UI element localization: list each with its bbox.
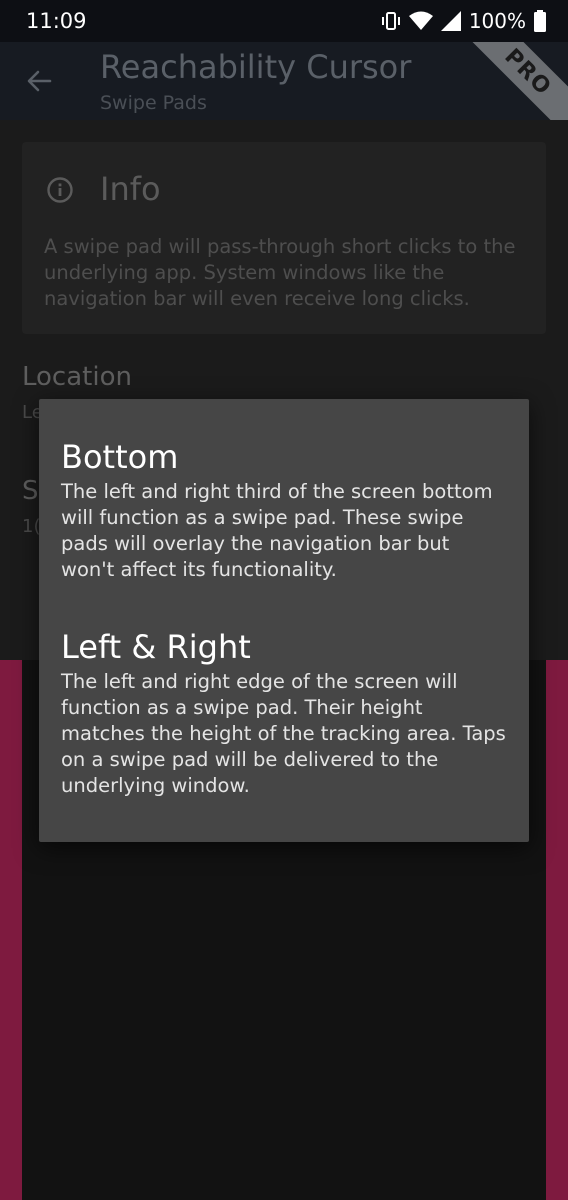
battery-icon	[534, 10, 546, 32]
status-icons: 100%	[381, 9, 546, 33]
info-card: Info A swipe pad will pass-through short…	[22, 142, 546, 334]
left-swipe-pad	[0, 660, 22, 1200]
location-info-dialog: Bottom The left and right third of the s…	[39, 399, 529, 842]
size-setting-value: 1(	[22, 516, 41, 537]
info-icon	[47, 177, 73, 203]
right-swipe-pad	[546, 660, 568, 1200]
pro-badge: PRO	[458, 42, 568, 120]
dialog-section-left-right[interactable]: Left & Right The left and right edge of …	[61, 627, 507, 799]
dialog-section-text: The left and right third of the screen b…	[61, 480, 493, 581]
dialog-section-bottom[interactable]: Bottom The left and right third of the s…	[61, 437, 507, 583]
dialog-section-title: Left & Right	[61, 628, 251, 666]
wifi-icon	[408, 11, 433, 30]
page-title: Reachability Cursor	[100, 48, 412, 86]
page-subtitle: Swipe Pads	[100, 92, 207, 114]
back-arrow-icon[interactable]	[26, 68, 52, 94]
status-bar: 11:09 100%	[0, 0, 568, 42]
dialog-section-title: Bottom	[61, 438, 179, 476]
status-time: 11:09	[26, 9, 87, 33]
size-setting-label[interactable]: S	[22, 476, 39, 506]
dialog-section-text: The left and right edge of the screen wi…	[61, 670, 506, 797]
info-text: A swipe pad will pass-through short clic…	[44, 235, 516, 310]
battery-percent: 100%	[468, 9, 526, 33]
location-setting-label[interactable]: Location	[22, 362, 132, 392]
vibrate-icon	[381, 12, 400, 30]
signal-icon	[440, 11, 461, 31]
app-bar: Reachability Cursor Swipe Pads PRO	[0, 42, 568, 120]
info-heading: Info	[100, 170, 161, 208]
